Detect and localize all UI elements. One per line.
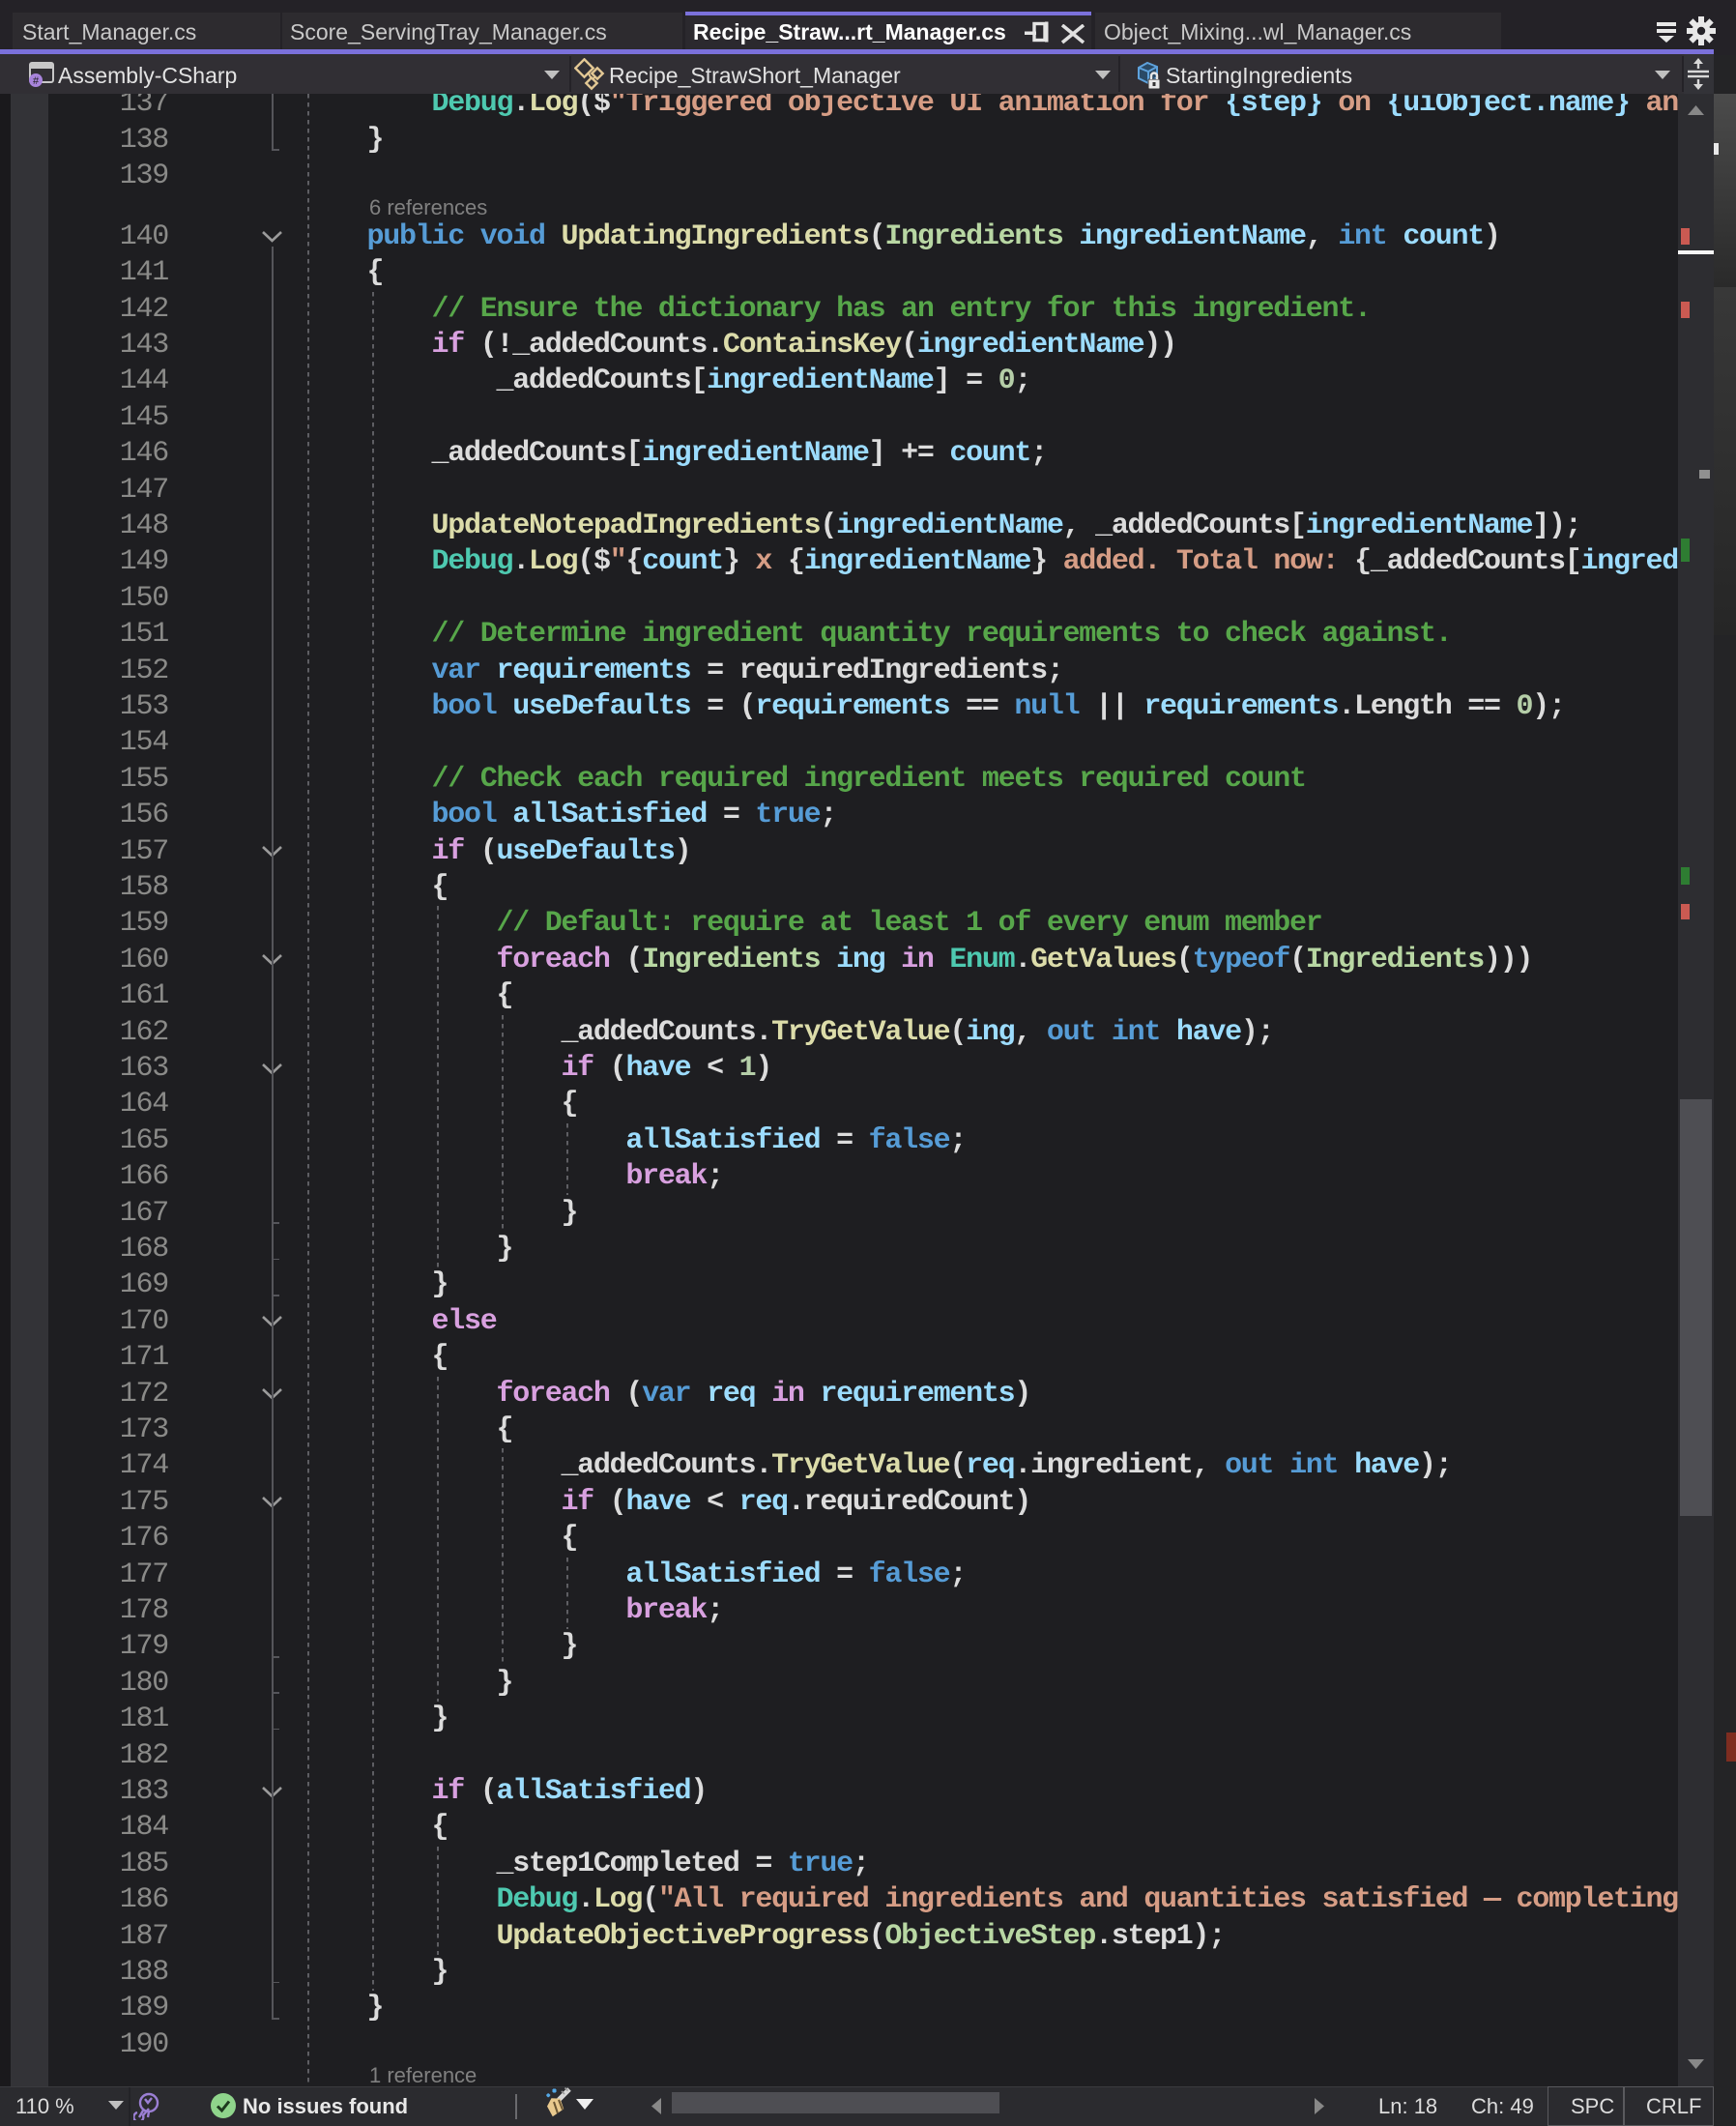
svg-text:#: # xyxy=(33,75,40,87)
